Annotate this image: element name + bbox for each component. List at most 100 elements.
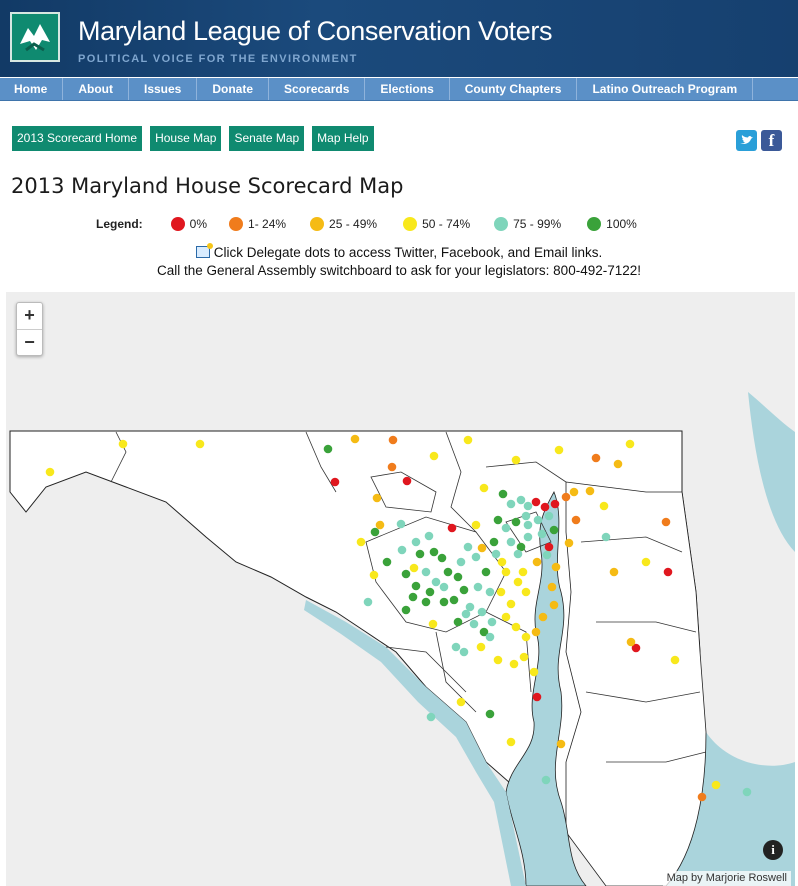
delegate-dot[interactable] [463,435,473,445]
delegate-dot[interactable] [485,709,495,719]
nav-item-latino-outreach[interactable]: Latino Outreach Program [577,78,754,100]
delegate-dot[interactable] [409,563,419,573]
delegate-dot[interactable] [493,655,503,665]
tab-senate-map[interactable]: Senate Map [229,126,305,151]
delegate-dot[interactable] [549,600,559,610]
delegate-dot[interactable] [479,483,489,493]
delegate-dot[interactable] [487,617,497,627]
nav-item-county-chapters[interactable]: County Chapters [450,78,578,100]
delegate-dot[interactable] [523,501,533,511]
delegate-dot[interactable] [670,655,680,665]
delegate-dot[interactable] [497,557,507,567]
delegate-dot[interactable] [453,572,463,582]
delegate-dot[interactable] [601,532,611,542]
delegate-dot[interactable] [496,587,506,597]
delegate-dot[interactable] [519,652,529,662]
site-title[interactable]: Maryland League of Conservation Voters [78,16,553,47]
delegate-dot[interactable] [471,520,481,530]
delegate-dot[interactable] [491,549,501,559]
tab-map-help[interactable]: Map Help [312,126,374,151]
delegate-dot[interactable] [540,502,550,512]
delegate-dot[interactable] [456,557,466,567]
delegate-dot[interactable] [473,582,483,592]
delegate-dot[interactable] [506,599,516,609]
delegate-dot[interactable] [424,531,434,541]
nav-item-issues[interactable]: Issues [129,78,198,100]
delegate-dot[interactable] [569,487,579,497]
delegate-dot[interactable] [356,537,366,547]
delegate-dot[interactable] [529,667,539,677]
delegate-dot[interactable] [451,642,461,652]
delegate-dot[interactable] [401,605,411,615]
delegate-dot[interactable] [372,493,382,503]
delegate-dot[interactable] [521,632,531,642]
delegate-dot[interactable] [550,499,560,509]
tab-scorecard-home[interactable]: 2013 Scorecard Home [12,126,143,151]
delegate-dot[interactable] [439,597,449,607]
delegate-dot[interactable] [463,542,473,552]
nav-item-elections[interactable]: Elections [365,78,450,100]
delegate-dot[interactable] [453,617,463,627]
delegate-dot[interactable] [521,511,531,521]
delegate-dot[interactable] [330,477,340,487]
delegate-dot[interactable] [547,582,557,592]
delegate-dot[interactable] [554,445,564,455]
delegate-dot[interactable] [538,612,548,622]
delegate-dot[interactable] [443,567,453,577]
delegate-dot[interactable] [599,501,609,511]
delegate-dot[interactable] [461,609,471,619]
delegate-dot[interactable] [571,515,581,525]
map-info-button[interactable]: i [763,840,783,860]
delegate-dot[interactable] [415,549,425,559]
delegate-dot[interactable] [518,567,528,577]
delegate-dot[interactable] [511,517,521,527]
delegate-dot[interactable] [323,444,333,454]
delegate-dot[interactable] [421,597,431,607]
delegate-dot[interactable] [471,552,481,562]
delegate-dot[interactable] [513,549,523,559]
delegate-dot[interactable] [498,489,508,499]
mlcv-logo-icon[interactable] [10,12,60,62]
delegate-dot[interactable] [544,511,554,521]
delegate-dot[interactable] [401,569,411,579]
delegate-dot[interactable] [513,577,523,587]
tab-house-map[interactable]: House Map [150,126,222,151]
delegate-dot[interactable] [531,627,541,637]
delegate-dot[interactable] [585,486,595,496]
delegate-dot[interactable] [506,737,516,747]
delegate-dot[interactable] [195,439,205,449]
delegate-dot[interactable] [556,739,566,749]
delegate-dot[interactable] [516,495,526,505]
delegate-dot[interactable] [363,597,373,607]
delegate-dot[interactable] [439,582,449,592]
delegate-dot[interactable] [661,517,671,527]
delegate-dot[interactable] [609,567,619,577]
delegate-dot[interactable] [481,567,491,577]
facebook-icon[interactable]: f [761,130,782,151]
delegate-dot[interactable] [542,550,552,560]
delegate-dot[interactable] [45,467,55,477]
zoom-out-button[interactable]: − [17,329,42,355]
delegate-dot[interactable] [425,587,435,597]
delegate-dot[interactable] [641,557,651,567]
delegate-dot[interactable] [396,519,406,529]
delegate-dot[interactable] [521,587,531,597]
delegate-dot[interactable] [387,462,397,472]
delegate-dot[interactable] [429,451,439,461]
delegate-dot[interactable] [489,537,499,547]
delegate-dot[interactable] [477,607,487,617]
delegate-dot[interactable] [382,557,392,567]
delegate-dot[interactable] [523,532,533,542]
delegate-dot[interactable] [408,592,418,602]
nav-item-home[interactable]: Home [0,78,64,100]
delegate-dot[interactable] [428,619,438,629]
delegate-dot[interactable] [388,435,398,445]
delegate-dot[interactable] [501,612,511,622]
delegate-dot[interactable] [459,585,469,595]
delegate-dot[interactable] [426,712,436,722]
delegate-dot[interactable] [564,538,574,548]
nav-item-donate[interactable]: Donate [197,78,270,100]
delegate-dot[interactable] [469,619,479,629]
delegate-dot[interactable] [532,557,542,567]
delegate-dot[interactable] [506,537,516,547]
